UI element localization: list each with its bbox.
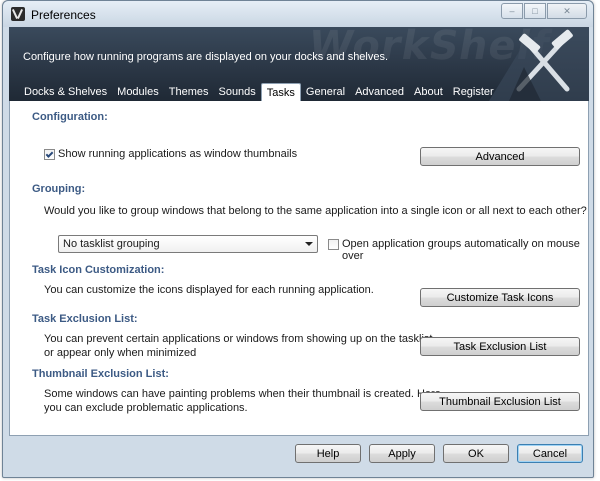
tab-sounds[interactable]: Sounds xyxy=(213,83,260,101)
configuration-heading: Configuration: xyxy=(32,111,108,123)
thumbnails-checkbox[interactable] xyxy=(44,149,55,160)
banner-description: Configure how running programs are displ… xyxy=(23,51,389,63)
tab-docks-shelves[interactable]: Docks & Shelves xyxy=(19,83,112,101)
task-exclusion-line-1: You can prevent certain applications or … xyxy=(44,333,433,345)
app-logo-icon xyxy=(11,7,25,21)
minimize-button[interactable]: – xyxy=(501,3,523,19)
grouping-select[interactable]: No tasklist grouping xyxy=(58,235,318,253)
window-controls: – □ ✕ xyxy=(501,3,587,19)
tab-general[interactable]: General xyxy=(301,83,350,101)
advanced-button[interactable]: Advanced xyxy=(420,147,580,166)
thumbnail-exclusion-line-2: you can exclude problematic applications… xyxy=(44,402,248,414)
grouping-question: Would you like to group windows that bel… xyxy=(44,205,587,217)
tab-modules[interactable]: Modules xyxy=(112,83,164,101)
title-bar[interactable]: Preferences – □ ✕ xyxy=(3,1,593,27)
minimize-icon: – xyxy=(509,5,515,16)
task-icon-description: You can customize the icons displayed fo… xyxy=(44,284,374,296)
header-banner: WorkShelf Configure how running programs… xyxy=(9,27,589,101)
thumbnail-exclusion-line-1: Some windows can have painting problems … xyxy=(44,388,441,400)
maximize-icon: □ xyxy=(532,5,538,16)
cancel-button[interactable]: Cancel xyxy=(517,444,583,463)
close-button[interactable]: ✕ xyxy=(547,3,587,19)
tab-tasks[interactable]: Tasks xyxy=(260,83,301,101)
open-groups-checkbox[interactable] xyxy=(328,239,339,250)
grouping-heading: Grouping: xyxy=(32,183,86,195)
thumbnail-exclusion-list-button[interactable]: Thumbnail Exclusion List xyxy=(420,392,580,411)
task-exclusion-list-button[interactable]: Task Exclusion List xyxy=(420,337,580,356)
preferences-tabs: Docks & Shelves Modules Themes Sounds Ta… xyxy=(19,83,499,101)
tab-register[interactable]: Register xyxy=(448,83,499,101)
tab-themes[interactable]: Themes xyxy=(164,83,214,101)
window-title: Preferences xyxy=(31,8,96,22)
dropdown-arrow-icon xyxy=(305,242,313,246)
tasks-panel: Configuration: Show running applications… xyxy=(9,101,589,436)
thumbnail-exclusion-heading: Thumbnail Exclusion List: xyxy=(32,368,169,380)
ok-button[interactable]: OK xyxy=(443,444,509,463)
checkmark-icon xyxy=(45,149,54,158)
tab-advanced[interactable]: Advanced xyxy=(350,83,409,101)
open-groups-checkbox-label[interactable]: Open application groups automatically on… xyxy=(342,238,588,262)
help-button[interactable]: Help xyxy=(295,444,361,463)
grouping-selected-value: No tasklist grouping xyxy=(63,238,160,250)
task-exclusion-heading: Task Exclusion List: xyxy=(32,313,138,325)
task-exclusion-line-2: or appear only when minimized xyxy=(44,347,197,359)
tab-about[interactable]: About xyxy=(409,83,448,101)
task-icon-heading: Task Icon Customization: xyxy=(32,264,165,276)
maximize-button[interactable]: □ xyxy=(524,3,546,19)
preferences-window: Preferences – □ ✕ WorkShelf Configure ho… xyxy=(2,0,594,478)
customize-task-icons-button[interactable]: Customize Task Icons xyxy=(420,288,580,307)
apply-button[interactable]: Apply xyxy=(369,444,435,463)
close-icon: ✕ xyxy=(563,5,571,16)
thumbnails-checkbox-label[interactable]: Show running applications as window thum… xyxy=(58,148,297,160)
